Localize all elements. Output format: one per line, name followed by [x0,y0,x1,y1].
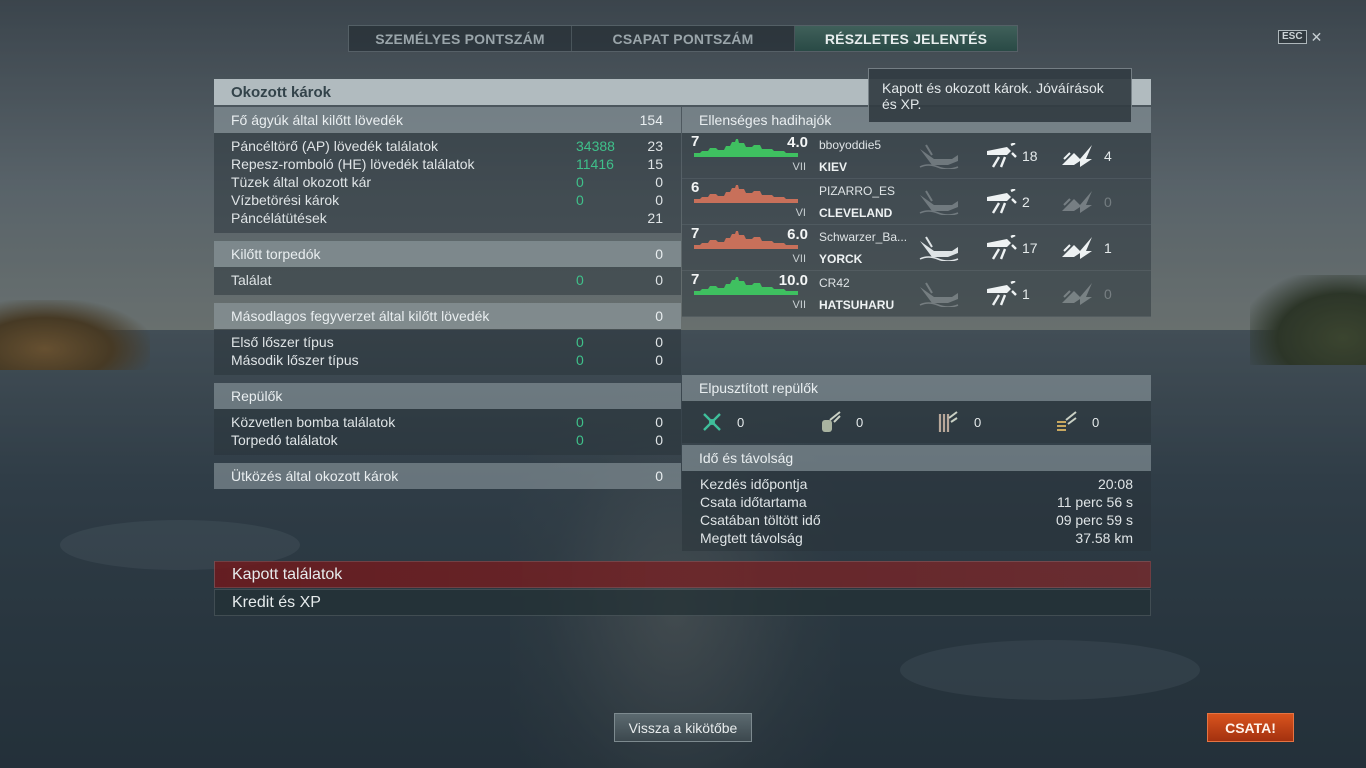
fire-icon [1060,143,1094,169]
tier-number: 7 [691,133,700,150]
stat-row: Közvetlen bomba találatok 0 0 [231,414,663,430]
tooltip: Kapott és okozott károk. Jóváírások és X… [868,68,1132,123]
tab-team-score[interactable]: CSAPAT PONTSZÁM [572,26,795,51]
planes-header: Repülők [214,383,681,409]
tier-number: 7 [691,225,700,242]
spotters-destroyed: 0 [1092,415,1100,430]
fire-icon [1060,281,1094,307]
time-distance-header: Idő és távolság [682,445,1151,471]
stat-row: Második lőszer típus 0 0 [231,352,663,368]
ship-hp-value: 10.0 [778,272,808,289]
enemy-ships-list: 7 4.0 VII bboyoddie5 KIEV 18 4 6 VI PIZARRO_ES CLE… [682,133,1151,317]
report-tabs: SZEMÉLYES PONTSZÁM CSAPAT PONTSZÁM RÉSZL… [348,25,1018,52]
stat-row: Páncéltörő (AP) lövedék találatok 34388 23 [231,138,663,154]
dive-bombers-destroyed: 0 [974,415,982,430]
ship-hp-value: 6.0 [787,226,808,243]
torpedo-bombers-destroyed: 0 [856,415,864,430]
fires-count: 4 [1104,148,1112,164]
stat-row: Repesz-romboló (HE) lövedék találatok 114… [231,156,663,172]
ship-name: KIEV [819,160,848,174]
fire-icon [1060,189,1094,215]
tier-roman: VII [792,253,806,265]
hits-count: 2 [1022,194,1030,210]
esc-key-hint: ESC [1278,30,1307,44]
secondary-header: Másodlagos fegyverzet által kilőtt löved… [214,303,681,329]
sunk-ship-icon [918,281,960,308]
main-guns-header: Fő ágyúk által kilőtt lövedék 154 [214,107,681,133]
sunk-ship-icon [918,189,960,216]
time-row: Megtett távolság 37.58 km [700,530,1133,546]
shell-hit-icon [985,279,1017,307]
planes-destroyed-header: Elpusztított repülők [682,375,1151,401]
player-name: Schwarzer_Ba... [819,230,908,244]
tier-roman: VI [795,207,806,219]
stat-row: Vízbetörési károk 0 0 [231,192,663,208]
torpedoes-body: Találat 0 0 [214,267,681,295]
stat-row: Tüzek által okozott kár 0 0 [231,174,663,190]
enemy-ship-row: 7 4.0 VII bboyoddie5 KIEV 18 4 [682,133,1151,179]
shell-hit-icon [985,233,1017,261]
received-hits-section[interactable]: Kapott találatok [214,561,1151,588]
credit-xp-section[interactable]: Kredit és XP [214,589,1151,616]
tier-roman: VII [792,161,806,173]
torpedo-bomber-icon [822,411,841,432]
spotter-plane-icon [1057,411,1077,431]
stat-row: Páncélátütések 21 [231,210,663,226]
stat-row: Első lőszer típus 0 0 [231,334,663,350]
ship-name: HATSUHARU [819,298,895,312]
ship-name: YORCK [819,252,863,266]
fighter-icon [703,413,721,431]
time-row: Csata időtartama 11 perc 56 s [700,494,1133,510]
ship-hp-value: 4.0 [787,134,808,151]
enemy-ship-row: 7 6.0 VII Schwarzer_Ba... YORCK 17 1 [682,225,1151,271]
damage-dealt-title: Okozott károk [231,83,332,101]
stat-row: Torpedó találatok 0 0 [231,432,663,448]
time-row: Kezdés időpontja 20:08 [700,476,1133,492]
sunk-ship-icon [918,235,960,262]
fires-count: 1 [1104,240,1112,256]
fires-count: 0 [1104,194,1112,210]
close-icon: ✕ [1310,29,1323,45]
planes-body: Közvetlen bomba találatok 0 0 Torpedó talá… [214,409,681,455]
sunk-ship-icon [918,143,960,170]
close-button[interactable]: ESC ✕ [1278,30,1322,44]
hits-count: 17 [1022,240,1038,256]
enemy-ship-row: 7 10.0 VII CR42 HATSUHARU 1 0 [682,271,1151,317]
hits-count: 1 [1022,286,1030,302]
time-distance-body: Kezdés időpontja 20:08 Csata időtartama 11… [682,471,1151,551]
damage-dealt-panel: Fő ágyúk által kilőtt lövedék 154 Páncél… [214,107,681,497]
player-name: bboyoddie5 [819,138,882,152]
torpedoes-header: Kilőtt torpedók 0 [214,241,681,267]
ramming-header: Ütközés által okozott károk 0 [214,463,681,489]
fighters-destroyed: 0 [737,415,745,430]
tier-number: 7 [691,271,700,288]
tier-number: 6 [691,179,700,196]
stat-row: Találat 0 0 [231,272,663,288]
dive-bomber-icon [938,411,958,432]
shell-hit-icon [985,187,1017,215]
secondary-body: Első lőszer típus 0 0 Második lőszer típus… [214,329,681,375]
battle-button[interactable]: CSATA! [1207,713,1294,742]
fire-icon [1060,235,1094,261]
player-name: PIZARRO_ES [819,184,896,198]
enemy-ship-row: 6 VI PIZARRO_ES CLEVELAND 2 0 [682,179,1151,225]
planes-destroyed-body: 0 0 0 0 [682,401,1151,443]
shell-hit-icon [985,141,1017,169]
ship-name: CLEVELAND [819,206,893,220]
main-guns-total: 154 [639,112,663,128]
player-name: CR42 [819,276,850,290]
back-to-port-button[interactable]: Vissza a kikötőbe [614,713,752,742]
hits-count: 18 [1022,148,1038,164]
tab-personal-score[interactable]: SZEMÉLYES PONTSZÁM [349,26,572,51]
tab-detailed-report[interactable]: RÉSZLETES JELENTÉS [795,26,1017,51]
time-row: Csatában töltött idő 09 perc 59 s [700,512,1133,528]
enemy-ships-panel: Ellenséges hadihajók 7 4.0 VII bboyoddie5 KI… [682,107,1151,551]
fires-count: 0 [1104,286,1112,302]
main-guns-body: Páncéltörő (AP) lövedék találatok 34388 23… [214,133,681,233]
tier-roman: VII [792,299,806,311]
ship-silhouette-icon [694,185,798,203]
